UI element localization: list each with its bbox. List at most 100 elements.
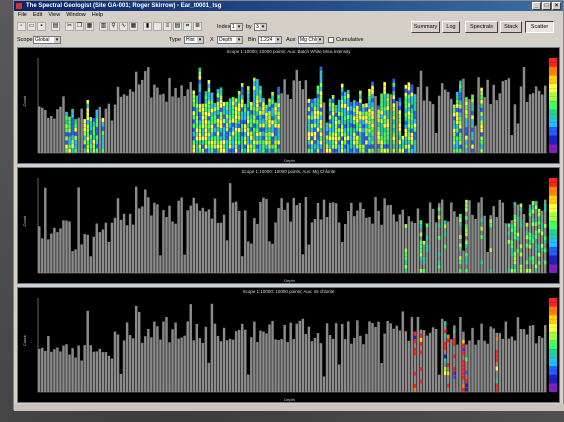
histogram-bar-segment <box>365 136 368 141</box>
histogram-bar-segment <box>443 329 447 334</box>
close-button[interactable]: × <box>552 2 561 10</box>
type-select[interactable]: Hist <box>184 36 204 44</box>
histogram-bar-segment <box>453 371 456 375</box>
histogram-bar-segment <box>410 116 414 121</box>
histogram-bar <box>271 320 274 392</box>
histogram-bar <box>498 199 501 273</box>
print-icon[interactable]: ▤ <box>51 22 60 31</box>
save-icon[interactable]: ▪ <box>37 22 46 31</box>
by-select[interactable]: 3 <box>254 23 267 31</box>
scatter-button[interactable]: Scatter <box>525 21 554 33</box>
palette-icon[interactable] <box>153 22 162 31</box>
histogram-bar-segment <box>271 124 274 129</box>
histogram-bar-segment <box>219 99 223 104</box>
histogram-bar-segment <box>277 132 280 137</box>
menu-view[interactable]: View <box>48 11 60 20</box>
histogram-bar-segment <box>377 109 380 114</box>
histogram-bar <box>310 222 314 273</box>
menu-help[interactable]: Help <box>92 11 103 20</box>
histogram-bar-segment <box>353 128 356 133</box>
histogram-bar <box>359 335 362 392</box>
histogram-bar-segment <box>262 119 265 124</box>
by-label: by <box>246 24 252 30</box>
histogram-bar-segment <box>253 90 256 95</box>
cut-icon[interactable]: ✂ <box>65 22 74 31</box>
histogram-bar-segment <box>462 363 465 368</box>
histogram-bar-segment <box>271 148 274 153</box>
open-folder-icon[interactable]: ▭ <box>27 22 36 31</box>
legend-swatch <box>549 370 557 375</box>
stack-button[interactable]: Stack <box>500 21 522 33</box>
histogram-bar-segment <box>465 144 468 149</box>
histogram-bar-segment <box>453 132 456 137</box>
chart-icon[interactable]: ▮ <box>143 22 152 31</box>
histogram-bar-segment <box>371 144 374 149</box>
new-file-icon[interactable]: ▫ <box>17 22 26 31</box>
histogram-panel-1[interactable]: Count Depth Scope 1:10000; 10000 points; … <box>17 47 560 164</box>
log-button[interactable]: Log <box>442 21 460 33</box>
histogram-bar-segment <box>89 126 92 131</box>
histogram-bar <box>83 345 86 392</box>
index-select[interactable]: 1 <box>230 23 243 31</box>
menu-window[interactable]: Window <box>66 11 86 20</box>
x-axis-select[interactable]: Depth <box>217 36 243 44</box>
histogram-panel-3[interactable]: Count Depth Scope 1:10000; 10000 points; … <box>17 287 560 403</box>
histogram-bar-segment <box>419 248 423 253</box>
histogram-bar <box>183 95 186 153</box>
copy-icon[interactable]: ❐ <box>75 22 84 31</box>
histogram-bar-segment <box>192 119 195 124</box>
minimize-button[interactable]: _ <box>532 2 541 10</box>
histogram-bar-segment <box>262 123 265 128</box>
histogram-bar <box>274 222 277 273</box>
menu-edit[interactable]: Edit <box>33 11 42 20</box>
aux-select[interactable]: Mg Chlor <box>298 36 324 44</box>
histogram-bar-segment <box>274 111 277 115</box>
histogram-bar-segment <box>404 252 408 257</box>
legend-swatch <box>549 260 557 265</box>
layers-icon[interactable]: ≣ <box>193 22 202 31</box>
histogram-bar <box>177 97 180 153</box>
histogram-bar-segment <box>234 119 238 124</box>
histogram-bar <box>80 108 83 153</box>
table-icon[interactable]: ▤ <box>173 22 182 31</box>
histogram-bar-segment <box>265 112 268 117</box>
summary-button[interactable]: Summary <box>411 21 440 33</box>
horizontal-scrollbar[interactable] <box>14 404 564 411</box>
filter-icon[interactable]: ⌗ <box>183 22 192 31</box>
menu-file[interactable]: File <box>18 11 27 20</box>
histogram-bar-segment <box>537 228 541 233</box>
paste-icon[interactable]: ▦ <box>85 22 94 31</box>
histogram-bar-segment <box>204 116 208 120</box>
zoom-icon[interactable]: ⚲ <box>109 22 118 31</box>
scope-select[interactable]: Global <box>33 36 61 44</box>
histogram-bar <box>401 311 405 392</box>
histogram-bar-segment <box>528 236 532 241</box>
histogram-bar-segment <box>465 114 468 119</box>
histogram-bar-segment <box>198 116 202 121</box>
plot-options-bar: Scope Global Type Hist X Depth Bin 1.224… <box>14 34 563 46</box>
bin-input[interactable]: 1.224 <box>258 36 282 44</box>
spectrum-icon[interactable]: ∿ <box>119 22 128 31</box>
histogram-bar <box>437 374 441 392</box>
histogram-bar <box>431 327 435 392</box>
histogram-panel-2[interactable]: Count Depth Scope 1:10000; 10000 points; … <box>17 167 560 284</box>
cumulative-checkbox[interactable] <box>328 37 334 43</box>
maximize-button[interactable]: □ <box>542 2 551 10</box>
histogram-bar-segment <box>213 123 217 128</box>
histogram-bar <box>344 339 347 392</box>
histogram-bar-segment <box>413 387 417 392</box>
histogram-bar-segment <box>398 148 402 153</box>
histogram-bar <box>141 206 144 273</box>
histogram-bar-segment <box>350 123 353 128</box>
histogram-bar <box>44 109 47 153</box>
grid-icon[interactable]: ▦ <box>129 22 138 31</box>
histogram-bar <box>265 333 268 392</box>
scalar-icon[interactable]: ▥ <box>99 22 108 31</box>
histogram-bar-segment <box>459 213 462 218</box>
histogram-bar-segment <box>225 123 229 127</box>
histogram-bar-segment <box>386 140 389 145</box>
histogram-bar-segment <box>425 244 429 248</box>
spectrals-button[interactable]: Spectrals <box>465 21 498 33</box>
list-icon[interactable]: ≡ <box>163 22 172 31</box>
histogram-bar-segment <box>480 226 483 231</box>
